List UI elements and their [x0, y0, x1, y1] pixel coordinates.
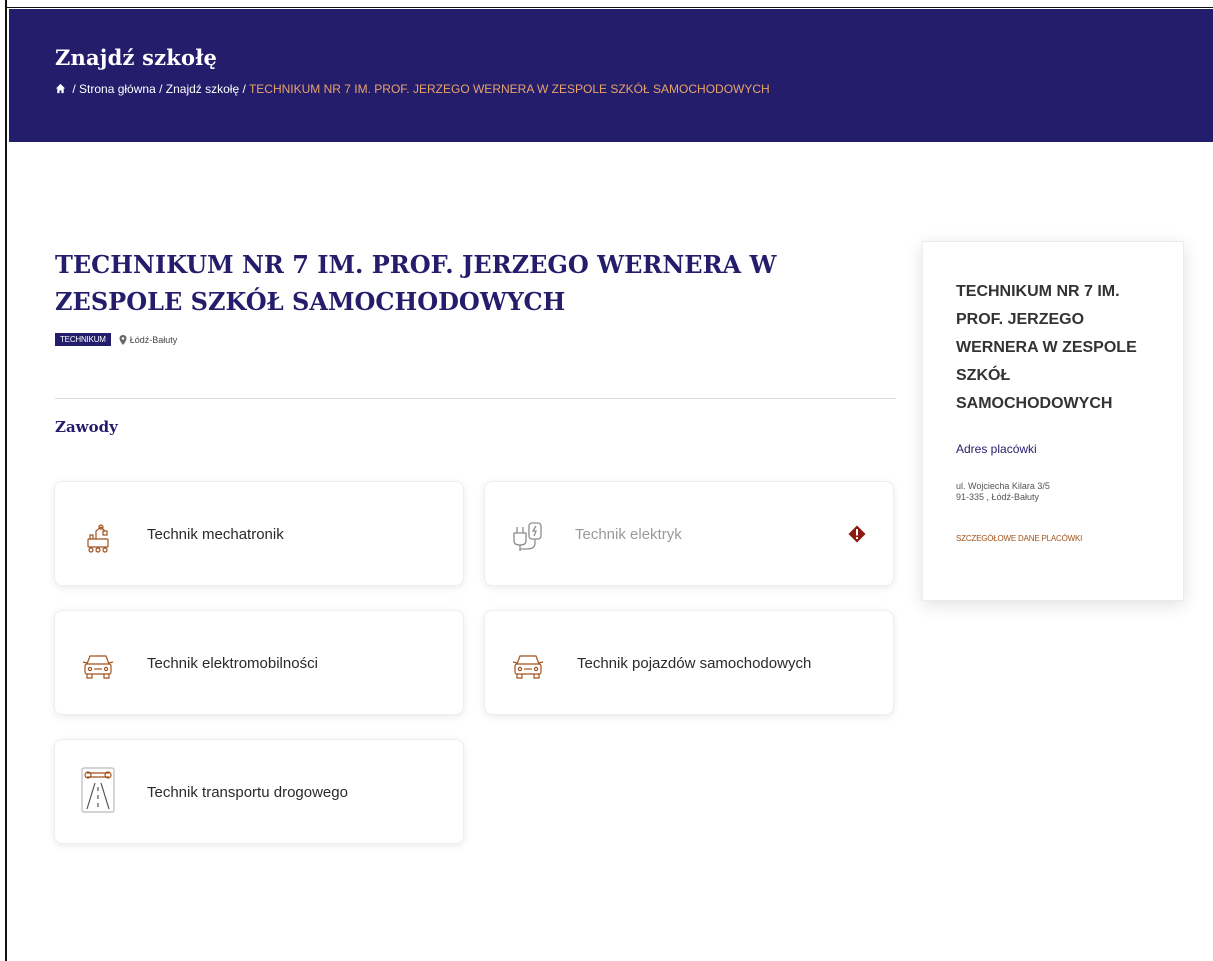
school-type-badge: TECHNIKUM: [55, 333, 111, 346]
school-info-panel: TECHNIKUM NR 7 IM. PROF. JERZEGO WERNERA…: [922, 241, 1184, 601]
profession-card-transportu-drogowego[interactable]: Technik transportu drogowego: [54, 739, 464, 844]
home-icon[interactable]: [55, 83, 66, 94]
school-address: ul. Wojciecha Kilara 3/5 91-335 , Łódź-B…: [956, 481, 1050, 503]
profession-label: Technik pojazdów samochodowych: [577, 655, 812, 672]
warning-icon[interactable]: [848, 525, 866, 543]
breadcrumb-separator: /: [242, 82, 246, 96]
section-divider: [55, 398, 896, 399]
address-heading: Adres placówki: [956, 442, 1037, 456]
school-meta: TECHNIKUM Łódź-Bałuty: [55, 333, 177, 346]
mechatronics-icon: [87, 524, 109, 553]
profession-card-elektryk[interactable]: Technik elektryk: [484, 481, 894, 586]
car-icon: [512, 655, 544, 679]
profession-label: Technik transportu drogowego: [147, 784, 348, 801]
profession-label: Technik elektryk: [575, 526, 682, 543]
school-details-link[interactable]: SZCZEGÓŁOWE DANE PLACÓWKI: [956, 534, 1082, 543]
address-line-city: 91-335 , Łódź-Bałuty: [956, 492, 1040, 502]
profession-card-pojazdow-samochodowych[interactable]: Technik pojazdów samochodowych: [484, 610, 894, 715]
page-header: Znajdź szkołę / Strona główna / Znajdź s…: [9, 9, 1213, 142]
breadcrumb: / Strona główna / Znajdź szkołę / TECHNI…: [55, 82, 775, 96]
car-icon: [82, 655, 114, 679]
profession-label: Technik mechatronik: [147, 526, 284, 543]
breadcrumb-separator: /: [159, 82, 163, 96]
panel-school-title: TECHNIKUM NR 7 IM. PROF. JERZEGO WERNERA…: [956, 283, 1137, 412]
window-frame-top: [0, 0, 1213, 8]
school-location: Łódź-Bałuty: [129, 334, 178, 345]
location-pin-icon: [119, 334, 127, 345]
electric-plug-icon: [513, 522, 542, 551]
profession-card-elektromobilnosci[interactable]: Technik elektromobilności: [54, 610, 464, 715]
breadcrumb-home-link[interactable]: Strona główna: [79, 82, 156, 96]
professions-heading: Zawody: [55, 418, 118, 436]
address-line-street: ul. Wojciecha Kilara 3/5: [956, 481, 1050, 491]
page-title: Znajdź szkołę: [55, 45, 218, 70]
breadcrumb-current: TECHNIKUM NR 7 IM. PROF. JERZEGO WERNERA…: [248, 82, 770, 96]
window-frame-left: [0, 0, 7, 961]
road-wrench-icon: [81, 767, 115, 813]
profession-card-mechatronik[interactable]: Technik mechatronik: [54, 481, 464, 586]
school-title: TECHNIKUM NR 7 IM. PROF. JERZEGO WERNERA…: [55, 250, 777, 316]
profession-label: Technik elektromobilności: [147, 655, 318, 672]
breadcrumb-separator: /: [72, 82, 76, 96]
breadcrumb-find-school-link[interactable]: Znajdź szkołę: [166, 82, 239, 96]
